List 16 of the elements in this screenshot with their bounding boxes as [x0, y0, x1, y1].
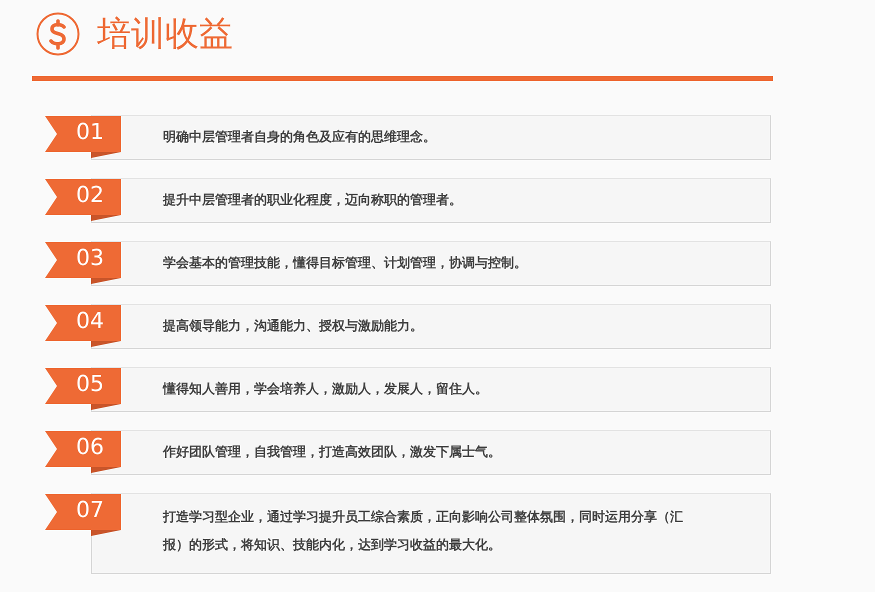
number-ribbon: 05 — [45, 368, 121, 410]
benefit-text: 懂得知人善用，学会培养人，激励人，发展人，留住人。 — [163, 380, 488, 399]
number-ribbon: 07 — [45, 494, 121, 536]
number-ribbon: 02 — [45, 179, 121, 221]
benefit-text: 作好团队管理，自我管理，打造高效团队，激发下属士气。 — [163, 444, 501, 462]
benefit-text: 提升中层管理者的职业化程度，迈向称职的管理者。 — [163, 192, 462, 210]
number-ribbon: 03 — [45, 242, 121, 284]
number-ribbon: 04 — [45, 305, 121, 347]
benefit-text: 打造学习型企业，通过学习提升员工综合素质，正向影响公司整体氛围，同时运用分享（汇报）的形式，将知识、技能内化，达到学习收益的最大化。 — [163, 508, 684, 555]
number-ribbon: 06 — [45, 431, 121, 473]
number-ribbon: 01 — [45, 116, 121, 158]
page-title: 培训收益 — [97, 13, 233, 56]
benefit-text: 学会基本的管理技能，懂得目标管理、计划管理，协调与控制。 — [163, 255, 527, 273]
dollar-icon — [36, 12, 80, 56]
benefit-text: 明确中层管理者自身的角色及应有的思维理念。 — [163, 128, 436, 147]
benefit-text: 提高领导能力，沟通能力、授权与激励能力。 — [163, 318, 423, 336]
